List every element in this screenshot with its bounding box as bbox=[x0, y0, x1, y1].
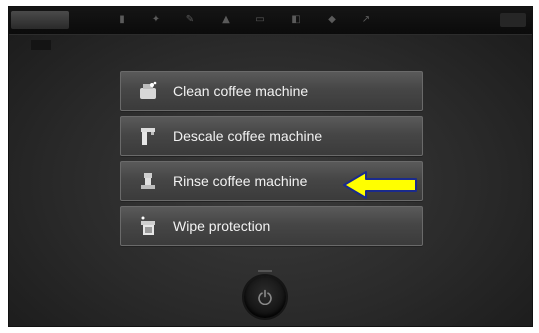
status-readout bbox=[500, 13, 526, 27]
status-icon[interactable]: ◆ bbox=[327, 14, 337, 26]
clean-icon bbox=[140, 81, 157, 99]
power-icon bbox=[258, 289, 272, 305]
status-icon[interactable]: ▮ bbox=[117, 14, 127, 26]
menu-item-label: Rinse coffee machine bbox=[173, 173, 308, 189]
power-button[interactable] bbox=[244, 276, 286, 318]
status-icon[interactable]: ▲ bbox=[221, 14, 231, 26]
status-icon[interactable]: ✎ bbox=[185, 14, 195, 26]
brand-logo bbox=[11, 11, 69, 29]
menu-item-label: Descale coffee machine bbox=[173, 128, 323, 144]
menu-item-wipe-protection[interactable]: Wipe protection bbox=[120, 206, 423, 246]
rinse-icon bbox=[141, 173, 155, 189]
care-menu: Clean coffee machine Descale coffee mach… bbox=[120, 71, 423, 251]
status-icon[interactable]: ▭ bbox=[255, 14, 265, 26]
menu-item-label: Wipe protection bbox=[173, 218, 271, 234]
power-indicator-line bbox=[258, 270, 272, 272]
status-icon[interactable]: ✦ bbox=[151, 14, 161, 26]
menu-item-descale[interactable]: Descale coffee machine bbox=[120, 116, 423, 156]
menu-item-clean[interactable]: Clean coffee machine bbox=[120, 71, 423, 111]
status-bar: ▮ ✦ ✎ ▲ ▭ ◧ ◆ ↗ bbox=[9, 7, 532, 35]
status-icon[interactable]: ↗ bbox=[361, 14, 371, 26]
indicator-chip bbox=[31, 40, 51, 50]
pointer-arrow-icon bbox=[343, 171, 417, 199]
wipe-protection-icon bbox=[141, 216, 155, 235]
descale-icon bbox=[141, 128, 155, 145]
menu-item-label: Clean coffee machine bbox=[173, 83, 309, 99]
status-icon[interactable]: ◧ bbox=[291, 14, 301, 26]
